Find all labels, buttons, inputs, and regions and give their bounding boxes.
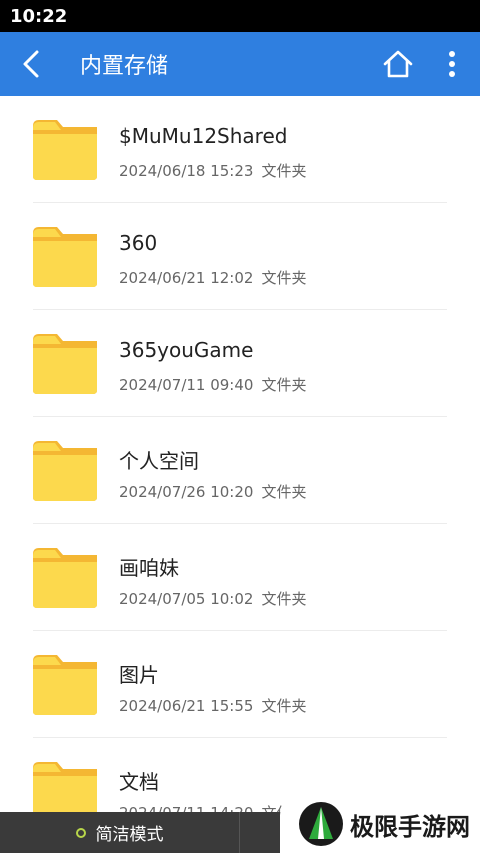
file-type: 文件夹 — [261, 376, 307, 394]
more-vertical-icon — [449, 51, 455, 77]
file-date: 2024/06/21 12:02 — [119, 269, 254, 287]
folder-icon — [33, 548, 97, 608]
file-type: 文件夹 — [261, 590, 307, 608]
file-meta: 2024/07/11 09:40 文件夹 — [119, 374, 306, 395]
list-item[interactable]: $MuMu12Shared 2024/06/18 15:23 文件夹 — [0, 96, 480, 203]
file-date: 2024/07/05 10:02 — [119, 590, 254, 608]
file-list: $MuMu12Shared 2024/06/18 15:23 文件夹 360 2024/… — [0, 96, 480, 853]
folder-icon — [33, 227, 97, 287]
folder-icon — [33, 120, 97, 180]
folder-icon — [33, 441, 97, 501]
status-bar: 10:22 — [0, 0, 480, 32]
file-name: 图片 — [119, 663, 159, 687]
watermark-logo-icon — [299, 802, 343, 846]
file-meta: 2024/06/18 15:23 文件夹 — [119, 160, 306, 181]
back-button[interactable] — [0, 32, 64, 96]
file-name: 个人空间 — [119, 449, 199, 473]
file-date: 2024/06/18 15:23 — [119, 162, 254, 180]
app-bar: 内置存储 — [0, 32, 480, 96]
file-type: 文件夹 — [261, 162, 307, 180]
home-icon — [383, 50, 413, 78]
more-button[interactable] — [424, 32, 480, 96]
file-type: 文件夹 — [261, 269, 307, 287]
file-type: 文件夹 — [261, 697, 307, 715]
file-date: 2024/06/21 15:55 — [119, 697, 254, 715]
file-name: 360 — [119, 231, 158, 255]
file-meta: 2024/06/21 12:02 文件夹 — [119, 267, 306, 288]
page-title: 内置存储 — [80, 54, 169, 79]
file-name: 文档 — [119, 770, 159, 794]
simple-mode-button[interactable]: 简洁模式 — [0, 812, 240, 853]
file-name: 365youGame — [119, 338, 254, 362]
list-item[interactable]: 360 2024/06/21 12:02 文件夹 — [0, 203, 480, 310]
chevron-left-icon — [23, 50, 39, 78]
file-date: 2024/07/11 09:40 — [119, 376, 254, 394]
radio-dot-icon — [75, 827, 86, 838]
file-date: 2024/07/26 10:20 — [119, 483, 254, 501]
watermark: 极限手游网 — [280, 795, 480, 853]
list-item[interactable]: 个人空间 2024/07/26 10:20 文件夹 — [0, 417, 480, 524]
simple-mode-label: 简洁模式 — [95, 825, 164, 845]
list-item[interactable]: 365youGame 2024/07/11 09:40 文件夹 — [0, 310, 480, 417]
home-button[interactable] — [372, 32, 424, 96]
list-item[interactable]: 图片 2024/06/21 15:55 文件夹 — [0, 631, 480, 738]
file-meta: 2024/07/26 10:20 文件夹 — [119, 481, 306, 502]
file-name: 画咱妹 — [119, 556, 179, 580]
file-name: $MuMu12Shared — [119, 124, 288, 148]
folder-icon — [33, 655, 97, 715]
status-time: 10:22 — [10, 5, 68, 27]
watermark-text: 极限手游网 — [350, 811, 470, 841]
file-type: 文件夹 — [261, 483, 307, 501]
list-item[interactable]: 画咱妹 2024/07/05 10:02 文件夹 — [0, 524, 480, 631]
folder-icon — [33, 334, 97, 394]
file-meta: 2024/06/21 15:55 文件夹 — [119, 695, 306, 716]
file-meta: 2024/07/05 10:02 文件夹 — [119, 588, 306, 609]
